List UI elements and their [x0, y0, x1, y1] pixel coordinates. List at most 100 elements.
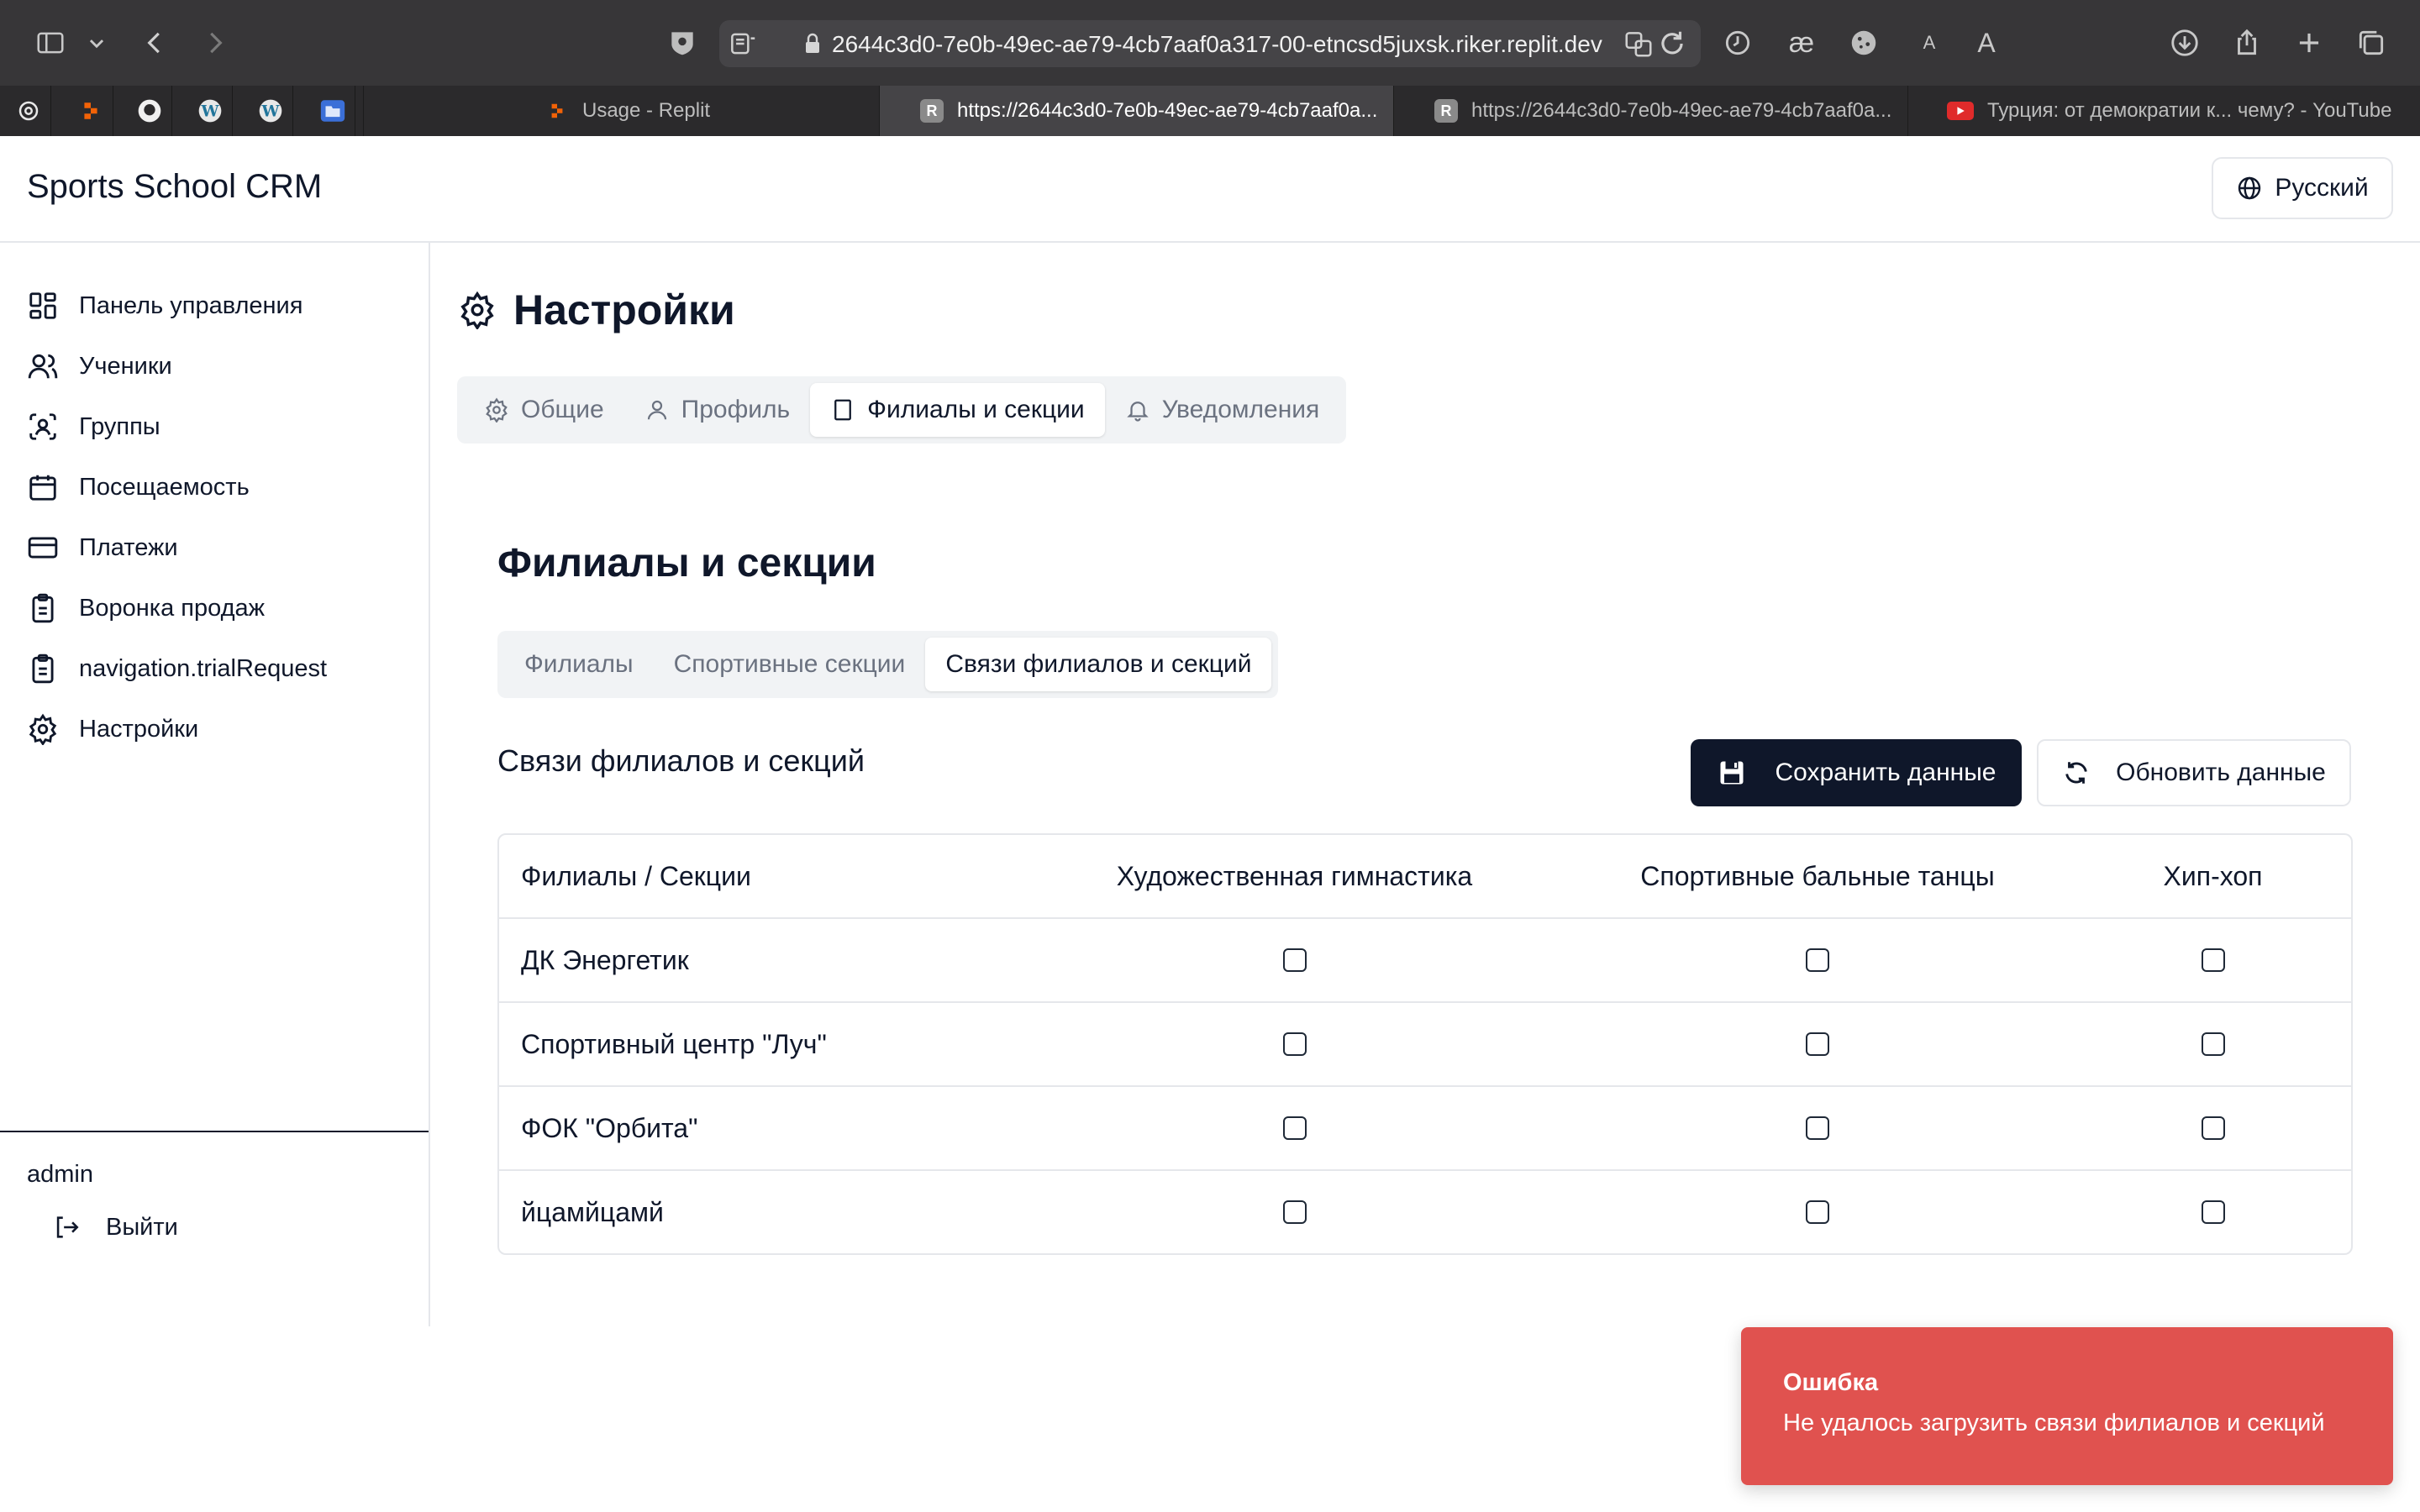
clipboard-icon	[32, 593, 54, 623]
url-text[interactable]: 2644c3d0-7e0b-49ec-ae79-4cb7aaf0a317-00-…	[832, 31, 1602, 58]
tab-label: Филиалы и секции	[867, 396, 1085, 423]
refresh-icon	[2065, 762, 2087, 784]
link-checkbox[interactable]	[1282, 1200, 1307, 1224]
table-row: Спортивный центр "Луч"	[499, 1003, 2351, 1087]
sidebar-toggle-icon[interactable]	[34, 26, 67, 60]
app-title: Sports School CRM	[27, 168, 323, 205]
section-title: Филиалы и секции	[497, 541, 876, 585]
link-checkbox[interactable]	[1806, 1200, 1829, 1224]
browser-tab[interactable]: Турция: от демократии к... чему? - YouTu…	[1907, 86, 2420, 136]
link-checkbox[interactable]	[2201, 1116, 2225, 1140]
link-checkbox[interactable]	[2201, 948, 2225, 972]
pinned-tab-wordpress-icon[interactable]: W	[249, 86, 293, 136]
tab-notifications[interactable]: Уведомления	[1105, 383, 1340, 437]
sidebar-divider	[0, 1131, 429, 1132]
download-icon[interactable]	[2168, 26, 2202, 60]
branch-name: ДК Энергетик	[521, 944, 689, 975]
toast-message: Не удалось загрузить связи филиалов и се…	[1783, 1410, 2325, 1436]
sidebar-item-students[interactable]: Ученики	[27, 345, 172, 387]
replit-r-icon: R	[920, 99, 944, 123]
share-icon[interactable]	[2230, 26, 2264, 60]
section-subtabs: Филиалы Спортивные секции Связи филиалов…	[497, 631, 1279, 698]
matrix-corner-header: Филиалы / Секции	[521, 860, 751, 891]
sidebar-item-label: Ученики	[79, 352, 172, 380]
pinned-tab-folder-icon[interactable]	[311, 86, 355, 136]
link-checkbox[interactable]	[1282, 1032, 1307, 1056]
language-button[interactable]: Русский	[2212, 157, 2393, 219]
chevron-down-icon[interactable]	[82, 26, 111, 60]
cookie-icon[interactable]	[1847, 26, 1881, 60]
dashboard-icon	[29, 292, 56, 319]
text-larger-icon[interactable]: A	[1970, 26, 2003, 60]
sidebar-item-settings[interactable]: Настройки	[27, 708, 198, 750]
sidebar-item-label: navigation.trialRequest	[79, 654, 328, 682]
floppy-disk-icon	[1720, 761, 1743, 785]
pinned-tab-openai-icon[interactable]	[7, 86, 51, 136]
reader-icon[interactable]	[726, 27, 760, 60]
groups-icon	[29, 413, 56, 440]
branch-name: йцамйцамй	[521, 1196, 664, 1227]
sidebar-item-label: Панель управления	[79, 291, 303, 319]
link-checkbox[interactable]	[1806, 948, 1829, 972]
sidebar-item-payments[interactable]: Платежи	[27, 527, 178, 569]
link-checkbox[interactable]	[1806, 1116, 1829, 1140]
browser-tab[interactable]: Usage - Replit	[363, 86, 879, 136]
sidebar-item-trial-request[interactable]: navigation.trialRequest	[27, 648, 327, 690]
settings-tabs: Общие Профиль Филиалы и секции Уведомлен…	[457, 376, 1347, 444]
calendar-icon	[29, 475, 56, 501]
app-header: Sports School CRM Русский	[0, 136, 2420, 243]
logout-button[interactable]: Выйти	[52, 1213, 178, 1242]
page-title-text: Настройки	[513, 286, 735, 333]
browser-tab[interactable]: R https://2644c3d0-7e0b-49ec-ae79-4cb7aa…	[1393, 86, 1907, 136]
text-smaller-icon[interactable]: A	[1912, 26, 1946, 60]
toast-title: Ошибка	[1783, 1369, 1879, 1396]
link-checkbox[interactable]	[2201, 1200, 2225, 1224]
logout-icon	[56, 1216, 79, 1238]
browser-tab-title: https://2644c3d0-7e0b-49ec-ae79-4cb7aaf0…	[957, 99, 1378, 122]
tab-profile[interactable]: Профиль	[624, 383, 811, 437]
column-header: Художественная гимнастика	[1116, 860, 1473, 891]
save-button[interactable]: Сохранить данные	[1691, 739, 2022, 806]
tab-branches-sections[interactable]: Филиалы и секции	[810, 383, 1105, 437]
forward-icon[interactable]	[198, 26, 232, 60]
sidebar-item-sales-funnel[interactable]: Воронка продаж	[27, 587, 265, 629]
translate-icon[interactable]	[1622, 27, 1655, 60]
clipboard-icon	[32, 654, 54, 684]
browser-tab-active[interactable]: R https://2644c3d0-7e0b-49ec-ae79-4cb7aa…	[879, 86, 1393, 136]
table-row: ДК Энергетик	[499, 919, 2351, 1003]
back-icon[interactable]	[138, 26, 171, 60]
link-checkbox[interactable]	[1282, 1116, 1307, 1140]
tab-label: Профиль	[681, 396, 791, 423]
shield-icon[interactable]	[666, 26, 699, 60]
sidebar-item-dashboard[interactable]: Панель управления	[27, 285, 302, 327]
link-checkbox[interactable]	[1806, 1032, 1829, 1056]
address-bar[interactable]: 2644c3d0-7e0b-49ec-ae79-4cb7aaf0a317-00-…	[719, 20, 1701, 67]
sidebar-item-label: Группы	[79, 412, 160, 440]
new-tab-icon[interactable]	[2292, 26, 2326, 60]
subtab-sport-sections[interactable]: Спортивные секции	[654, 638, 926, 691]
reload-icon[interactable]	[1655, 27, 1689, 60]
tab-label: Общие	[521, 396, 604, 423]
browser-tab-title: https://2644c3d0-7e0b-49ec-ae79-4cb7aaf0…	[1471, 99, 1892, 122]
branch-name: Спортивный центр "Луч"	[521, 1028, 827, 1059]
youtube-icon	[1947, 102, 1974, 120]
matrix-header-row: Филиалы / Секции Художественная гимнасти…	[499, 835, 2351, 919]
history-icon[interactable]	[1721, 26, 1754, 60]
tab-general[interactable]: Общие	[464, 383, 624, 437]
subtab-links[interactable]: Связи филиалов и секций	[925, 638, 1272, 691]
gear-icon	[460, 291, 494, 329]
pinned-tab-wordpress-icon[interactable]: W	[188, 86, 233, 136]
pinned-tab-replit-icon[interactable]	[69, 86, 113, 136]
sidebar-item-attendance[interactable]: Посещаемость	[27, 466, 250, 508]
error-toast[interactable]: Ошибка Не удалось загрузить связи филиал…	[1741, 1327, 2393, 1485]
pinned-tab-github-icon[interactable]	[128, 86, 172, 136]
tab-overview-icon[interactable]	[2354, 26, 2388, 60]
link-checkbox[interactable]	[2201, 1032, 2225, 1056]
ae-extension-icon[interactable]: æ	[1785, 26, 1818, 60]
current-user: admin	[27, 1161, 93, 1188]
subtab-branches[interactable]: Филиалы	[504, 638, 654, 691]
sidebar-item-groups[interactable]: Группы	[27, 406, 160, 448]
browser-tab-title: Турция: от демократии к... чему? - YouTu…	[1987, 99, 2392, 122]
link-checkbox[interactable]	[1282, 948, 1307, 972]
refresh-button[interactable]: Обновить данные	[2037, 739, 2351, 806]
